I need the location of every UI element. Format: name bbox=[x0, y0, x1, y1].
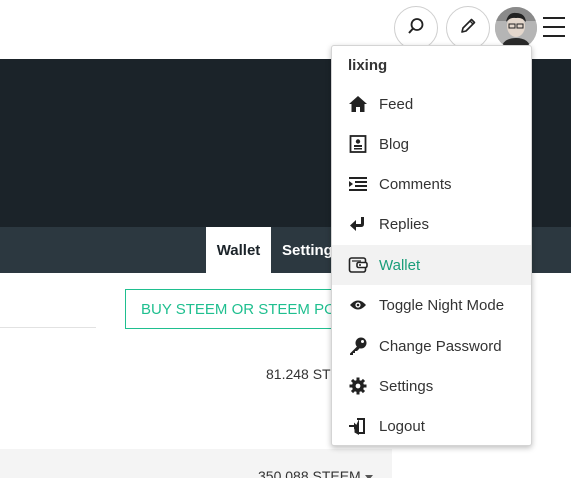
key-icon bbox=[348, 336, 368, 356]
menu-item-wallet[interactable]: Wallet bbox=[332, 245, 531, 285]
menu-item-label: Feed bbox=[379, 95, 414, 113]
menu-item-label: Change Password bbox=[379, 337, 502, 355]
menu-item-label: Settings bbox=[379, 377, 434, 395]
hamburger-line bbox=[543, 35, 565, 37]
menu-item-feed[interactable]: Feed bbox=[332, 84, 531, 124]
page: Wallet Settings BUY STEEM OR STEEM POWER… bbox=[0, 0, 571, 478]
menu-item-label: Wallet bbox=[379, 256, 421, 274]
menu-item-replies[interactable]: Replies bbox=[332, 204, 531, 244]
menu-item-change-password[interactable]: Change Password bbox=[332, 326, 531, 366]
hamburger-line bbox=[543, 26, 565, 28]
logout-icon bbox=[348, 416, 368, 436]
reply-icon bbox=[348, 214, 368, 234]
menu-item-logout[interactable]: Logout bbox=[332, 406, 531, 446]
menu-username: lixing bbox=[348, 57, 388, 74]
home-icon bbox=[348, 94, 368, 114]
wallet-icon bbox=[348, 255, 368, 275]
hamburger-icon bbox=[543, 17, 565, 19]
menu-item-label: Comments bbox=[379, 175, 452, 193]
avatar[interactable] bbox=[495, 7, 537, 49]
search-icon bbox=[407, 17, 425, 40]
search-button[interactable] bbox=[394, 6, 438, 50]
divider bbox=[0, 327, 96, 328]
menu-item-toggle-night-mode[interactable]: Toggle Night Mode bbox=[332, 285, 531, 325]
tab-wallet[interactable]: Wallet bbox=[206, 227, 271, 273]
menu-item-label: Replies bbox=[379, 215, 430, 233]
create-post-button[interactable] bbox=[446, 6, 490, 50]
hamburger-menu-button[interactable] bbox=[543, 17, 565, 37]
menu-item-label: Toggle Night Mode bbox=[379, 296, 505, 314]
user-dropdown-menu: lixing Feed Blog Comments Replies Wallet… bbox=[331, 45, 532, 446]
menu-item-label: Logout bbox=[379, 417, 425, 435]
eye-icon bbox=[348, 295, 368, 315]
comments-icon bbox=[348, 174, 368, 194]
menu-item-label: Blog bbox=[379, 135, 410, 153]
menu-item-comments[interactable]: Comments bbox=[332, 164, 531, 204]
steem-power-balance: 350.088 STEEM bbox=[258, 468, 361, 478]
blog-icon bbox=[348, 134, 368, 154]
menu-item-blog[interactable]: Blog bbox=[332, 124, 531, 164]
menu-item-settings[interactable]: Settings bbox=[332, 366, 531, 406]
steem-power-balance-dropdown[interactable]: 350.088 STEEM bbox=[258, 468, 373, 478]
pencil-icon bbox=[459, 17, 477, 40]
gear-icon bbox=[348, 376, 368, 396]
